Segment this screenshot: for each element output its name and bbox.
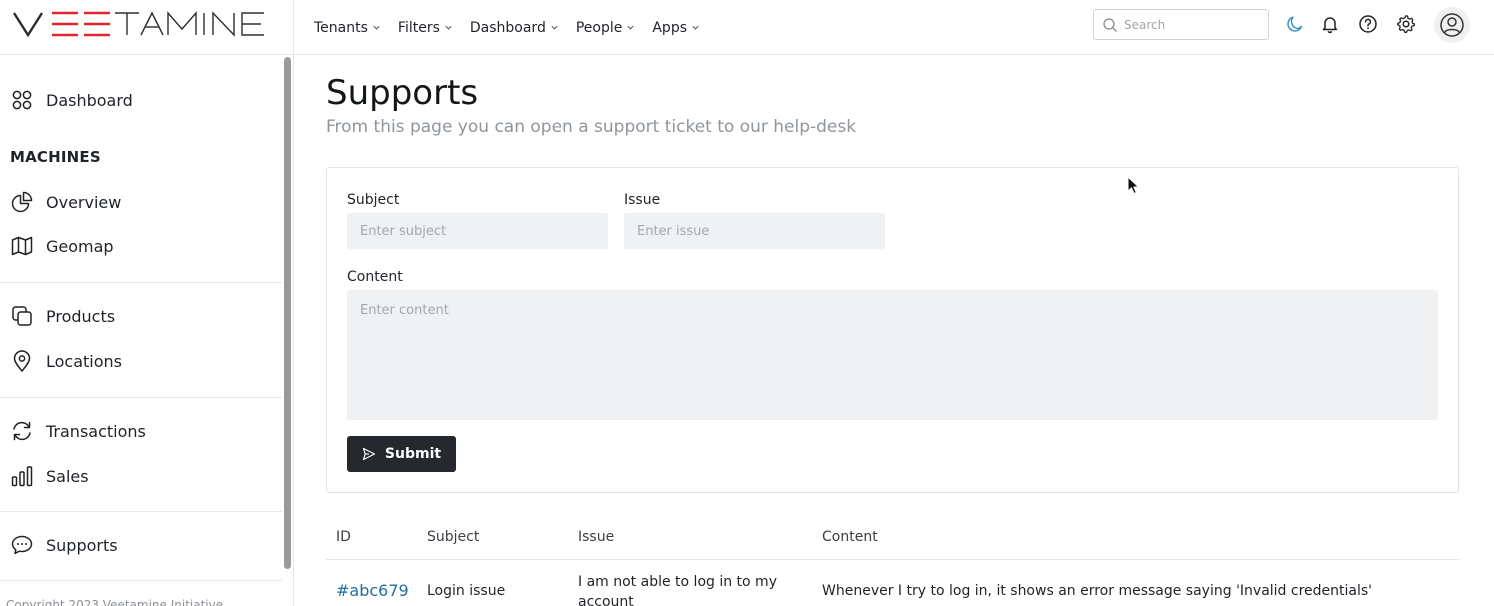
- nav-tenants[interactable]: Tenants: [314, 20, 381, 36]
- chevron-down-icon: [551, 25, 558, 30]
- ticket-content: Whenever I try to log in, it shows an er…: [822, 583, 1373, 599]
- copy-icon: [12, 306, 32, 326]
- table-row[interactable]: #abc679 Login issue I am not able to log…: [326, 561, 1459, 606]
- send-icon: [362, 447, 376, 461]
- nav-label: Tenants: [314, 19, 368, 36]
- column-header-id[interactable]: ID: [336, 529, 351, 545]
- chevron-down-icon: [373, 25, 380, 30]
- sidebar-item-overview[interactable]: Overview: [10, 187, 121, 217]
- user-avatar-icon: [1440, 13, 1464, 37]
- gear-icon[interactable]: [1396, 14, 1416, 34]
- chevron-down-icon: [627, 25, 634, 30]
- nav-label: People: [575, 19, 623, 36]
- top-navigation: Tenants Filters Dashboard People Apps: [314, 0, 700, 55]
- tickets-table-header: ID Subject Issue Content: [326, 522, 1459, 560]
- map-icon: [11, 236, 33, 256]
- bar-chart-icon: [11, 466, 33, 487]
- sidebar-item-label: Supports: [46, 535, 118, 555]
- issue-label: Issue: [624, 192, 661, 208]
- content-label: Content: [347, 269, 403, 285]
- issue-input[interactable]: [624, 213, 885, 249]
- chevron-down-icon: [692, 25, 699, 30]
- content-textarea[interactable]: [347, 290, 1438, 420]
- sidebar-item-dashboard[interactable]: Dashboard: [10, 85, 133, 115]
- subject-label: Subject: [347, 192, 400, 208]
- sidebar-item-label: Products: [46, 306, 116, 326]
- nav-people[interactable]: People: [576, 20, 636, 36]
- sidebar: Dashboard MACHINES Overview Geomap Produ…: [0, 55, 294, 606]
- message-icon: [11, 535, 33, 555]
- ticket-id-link[interactable]: #abc679: [336, 581, 409, 600]
- moon-icon[interactable]: [1285, 14, 1305, 34]
- page-title: Supports: [326, 73, 479, 113]
- nav-apps[interactable]: Apps: [652, 20, 700, 36]
- nav-filters[interactable]: Filters: [398, 20, 453, 36]
- refresh-icon: [13, 421, 31, 441]
- column-header-content[interactable]: Content: [822, 529, 878, 545]
- ticket-issue: I am not able to log in to my account: [578, 574, 777, 606]
- sidebar-item-label: Geomap: [46, 236, 114, 256]
- bell-icon[interactable]: [1320, 14, 1340, 34]
- sidebar-item-label: Transactions: [46, 421, 146, 441]
- logo-container: [0, 0, 294, 55]
- help-icon[interactable]: [1358, 14, 1378, 34]
- sidebar-item-label: Sales: [46, 466, 89, 486]
- sidebar-item-transactions[interactable]: Transactions: [10, 416, 146, 446]
- grid-icon: [12, 90, 32, 110]
- sidebar-divider: [0, 282, 282, 283]
- sidebar-item-label: Dashboard: [46, 90, 133, 110]
- search-icon: [1103, 18, 1117, 32]
- nav-dashboard[interactable]: Dashboard: [470, 20, 559, 36]
- column-header-issue[interactable]: Issue: [578, 529, 614, 545]
- search-box[interactable]: [1093, 9, 1269, 40]
- pie-chart-icon: [11, 191, 33, 213]
- sidebar-item-geomap[interactable]: Geomap: [10, 231, 114, 261]
- sidebar-divider: [0, 580, 282, 581]
- copyright-text: Copyright 2023 Veetamine Initiative: [6, 598, 224, 606]
- sidebar-item-label: Overview: [46, 192, 122, 212]
- search-input[interactable]: [1124, 16, 1264, 34]
- page-subtitle: From this page you can open a support ti…: [326, 117, 857, 137]
- submit-button[interactable]: Submit: [347, 436, 456, 472]
- ticket-subject: Login issue: [427, 583, 506, 599]
- sidebar-item-locations[interactable]: Locations: [10, 346, 122, 376]
- support-ticket-form: Subject Issue Content Submit: [326, 167, 1459, 493]
- sidebar-item-sales[interactable]: Sales: [10, 461, 89, 491]
- sidebar-item-label: Locations: [46, 351, 123, 371]
- veetamine-logo[interactable]: [12, 9, 278, 39]
- sidebar-divider: [0, 397, 282, 398]
- chevron-down-icon: [445, 25, 452, 30]
- subject-input[interactable]: [347, 213, 608, 249]
- map-pin-icon: [13, 350, 31, 373]
- nav-label: Apps: [652, 19, 688, 36]
- avatar[interactable]: [1434, 7, 1470, 43]
- column-header-subject[interactable]: Subject: [427, 529, 479, 545]
- sidebar-divider: [0, 511, 282, 512]
- nav-label: Dashboard: [469, 19, 546, 36]
- top-bar: Tenants Filters Dashboard People Apps: [0, 0, 1494, 55]
- mouse-cursor-icon: [1127, 176, 1140, 195]
- sidebar-item-products[interactable]: Products: [10, 301, 115, 331]
- sidebar-section-heading: MACHINES: [10, 148, 101, 166]
- sidebar-scrollbar[interactable]: [284, 57, 291, 569]
- nav-label: Filters: [397, 19, 440, 36]
- sidebar-item-supports[interactable]: Supports: [10, 530, 118, 560]
- submit-label: Submit: [384, 446, 442, 462]
